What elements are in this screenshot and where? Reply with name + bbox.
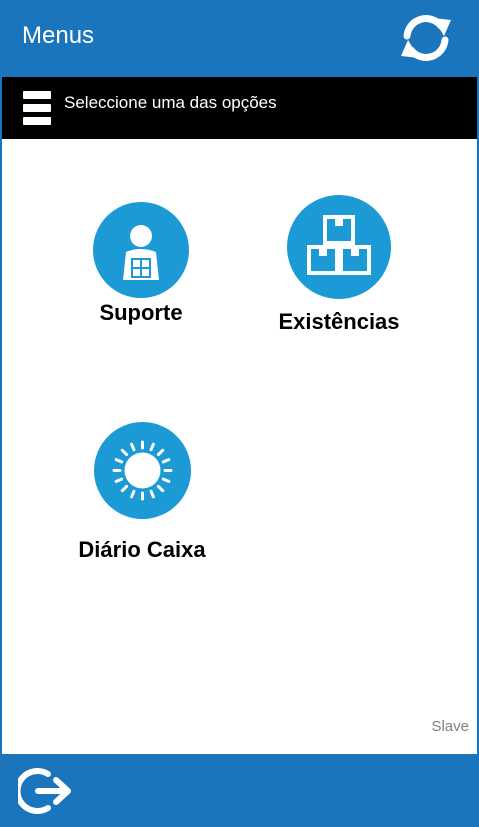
refresh-icon	[401, 15, 451, 61]
menu-item-suporte[interactable]: Suporte	[86, 202, 196, 326]
hamburger-icon[interactable]	[23, 91, 51, 125]
refresh-button[interactable]	[397, 12, 455, 64]
logout-button[interactable]	[14, 764, 74, 818]
support-person-icon	[93, 202, 189, 298]
menu-label-diario-caixa: Diário Caixa	[78, 537, 206, 562]
sun-icon	[93, 422, 191, 519]
bottom-bar	[2, 754, 477, 827]
menu-item-existencias[interactable]: Existências	[264, 195, 414, 335]
app-window: Menus Seleccione uma das opções Suporte …	[0, 0, 479, 827]
top-bar: Menus	[2, 0, 477, 77]
stacked-boxes-icon	[287, 195, 391, 299]
menu-item-diario-caixa[interactable]: Diário Caixa	[62, 422, 222, 563]
subheader-bar: Seleccione uma das opções	[2, 77, 477, 139]
menu-label-existencias: Existências	[278, 309, 400, 334]
page-title: Menus	[22, 22, 95, 49]
mode-label: Slave	[431, 718, 469, 735]
subheader-text: Seleccione uma das opções	[64, 93, 277, 112]
logout-icon	[14, 768, 71, 814]
menu-label-suporte: Suporte	[99, 300, 183, 325]
